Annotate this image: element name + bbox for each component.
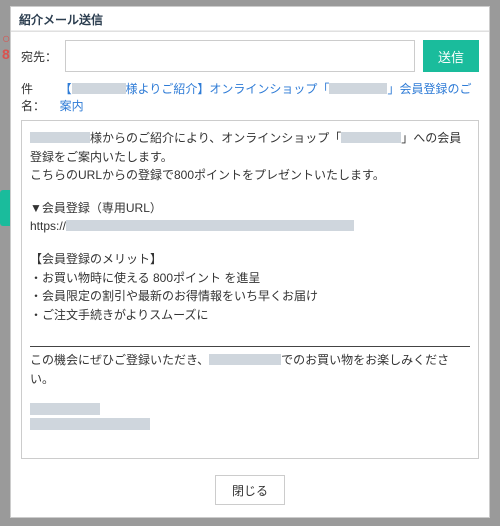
redacted-signature-1 — [30, 403, 100, 415]
body-line1a: 様からのご紹介により、オンラインショップ「 — [90, 131, 341, 145]
mail-body: 様からのご紹介により、オンラインショップ「」への会員登録をご案内いたします。 こ… — [21, 120, 479, 459]
redacted-name-2 — [30, 132, 90, 143]
modal-title: 紹介メール送信 — [19, 11, 481, 28]
redacted-name — [72, 83, 126, 94]
subject-value: 【様よりご紹介】オンラインショップ「」会員登録のご案内 — [60, 80, 479, 114]
merit-title: 【会員登録のメリット】 — [30, 250, 470, 269]
subject-prefix: 【 — [60, 82, 72, 96]
url-prefix: https:// — [30, 219, 66, 233]
subject-row: 件名： 【様よりご紹介】オンラインショップ「」会員登録のご案内 — [11, 78, 489, 120]
redacted-shop-2 — [341, 132, 401, 143]
redacted-shop — [329, 83, 387, 94]
send-button[interactable]: 送信 — [423, 40, 479, 72]
merit-2: ・会員限定の割引や最新のお得情報をいち早くお届け — [30, 287, 470, 306]
to-input[interactable] — [65, 40, 415, 72]
closing-a: この機会にぜひご登録いただき、 — [30, 353, 209, 367]
invite-mail-modal: 紹介メール送信 宛先： 送信 件名： 【様よりご紹介】オンラインショップ「」会員… — [10, 6, 490, 518]
subject-label: 件名： — [21, 80, 56, 114]
to-row: 宛先： 送信 — [11, 32, 489, 78]
merit-1: ・お買い物時に使える 800ポイント を進呈 — [30, 269, 470, 288]
body-line2: こちらのURLからの登録で800ポイントをプレゼントいたします。 — [30, 166, 470, 185]
modal-footer: 閉じる — [11, 465, 489, 517]
body-rule — [30, 346, 470, 347]
to-label: 宛先： — [21, 48, 57, 65]
subject-mid1: 様よりご紹介】オンラインショップ「 — [126, 82, 330, 96]
modal-header: 紹介メール送信 — [11, 7, 489, 31]
redacted-url — [66, 220, 354, 231]
redacted-signature-2 — [30, 418, 150, 430]
merit-3: ・ご注文手続きがよりスムーズに — [30, 306, 470, 325]
body-section-title: ▼会員登録（専用URL） — [30, 199, 470, 218]
redacted-shop-3 — [209, 354, 281, 365]
close-button[interactable]: 閉じる — [215, 475, 285, 505]
page-backdrop: ○ 8( 紹介メール送信 宛先： 送信 件名： 【様よりご紹介】オンラインショッ… — [0, 0, 500, 526]
